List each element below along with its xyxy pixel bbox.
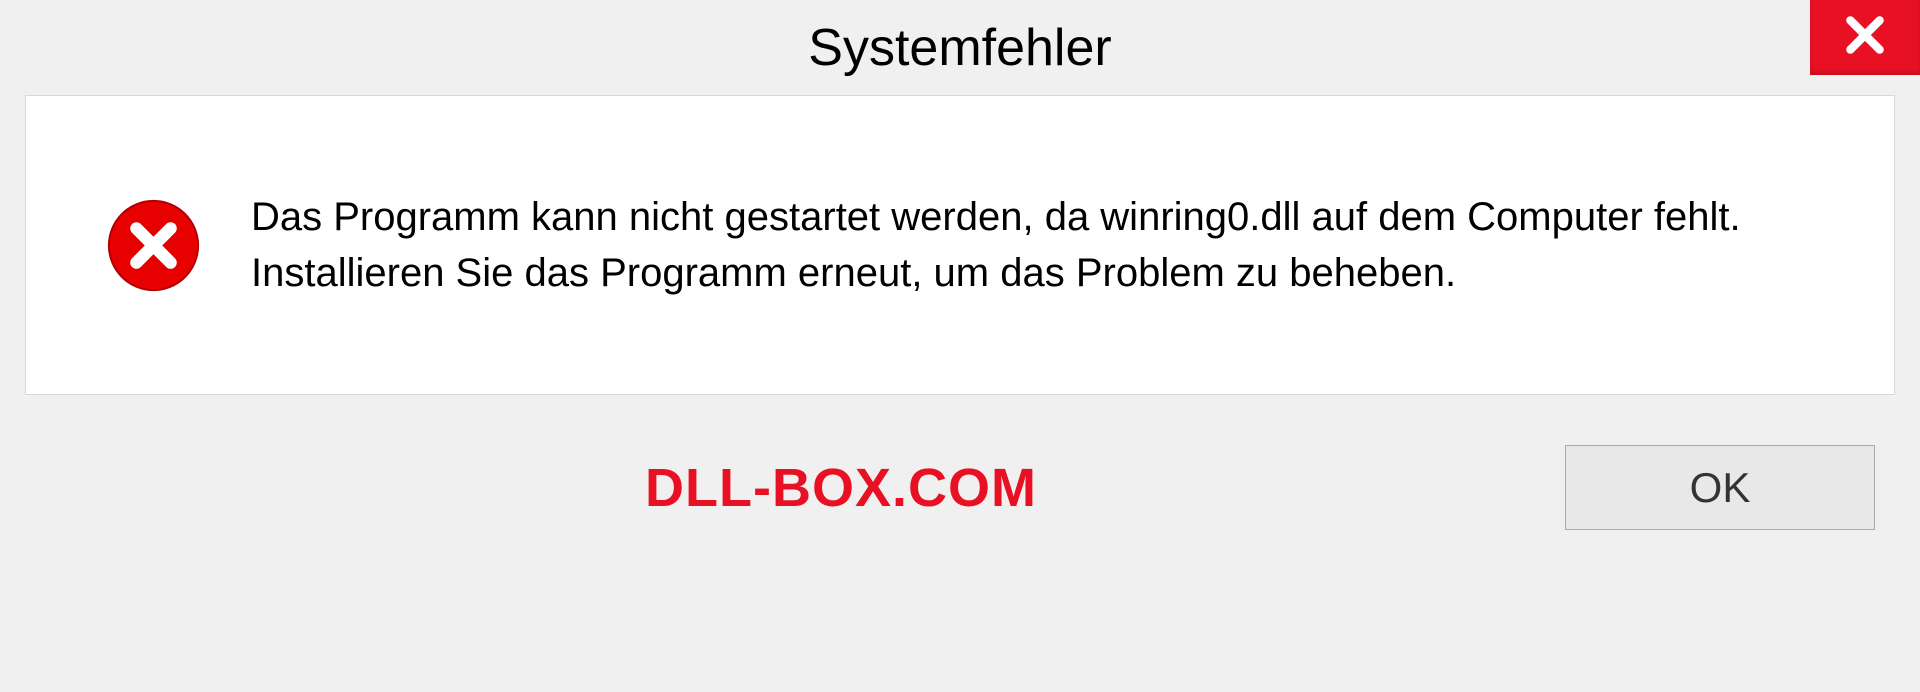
error-dialog: Systemfehler Das Programm kann nicht ges…: [0, 0, 1920, 692]
ok-button[interactable]: OK: [1565, 445, 1875, 530]
error-message: Das Programm kann nicht gestartet werden…: [251, 189, 1844, 301]
close-icon: [1843, 13, 1887, 62]
footer-bar: DLL-BOX.COM OK: [0, 395, 1920, 570]
error-icon: [106, 198, 201, 293]
watermark: DLL-BOX.COM: [45, 457, 1037, 519]
message-panel: Das Programm kann nicht gestartet werden…: [25, 95, 1895, 395]
close-button[interactable]: [1810, 0, 1920, 75]
dialog-title: Systemfehler: [808, 18, 1111, 78]
title-bar: Systemfehler: [0, 0, 1920, 95]
